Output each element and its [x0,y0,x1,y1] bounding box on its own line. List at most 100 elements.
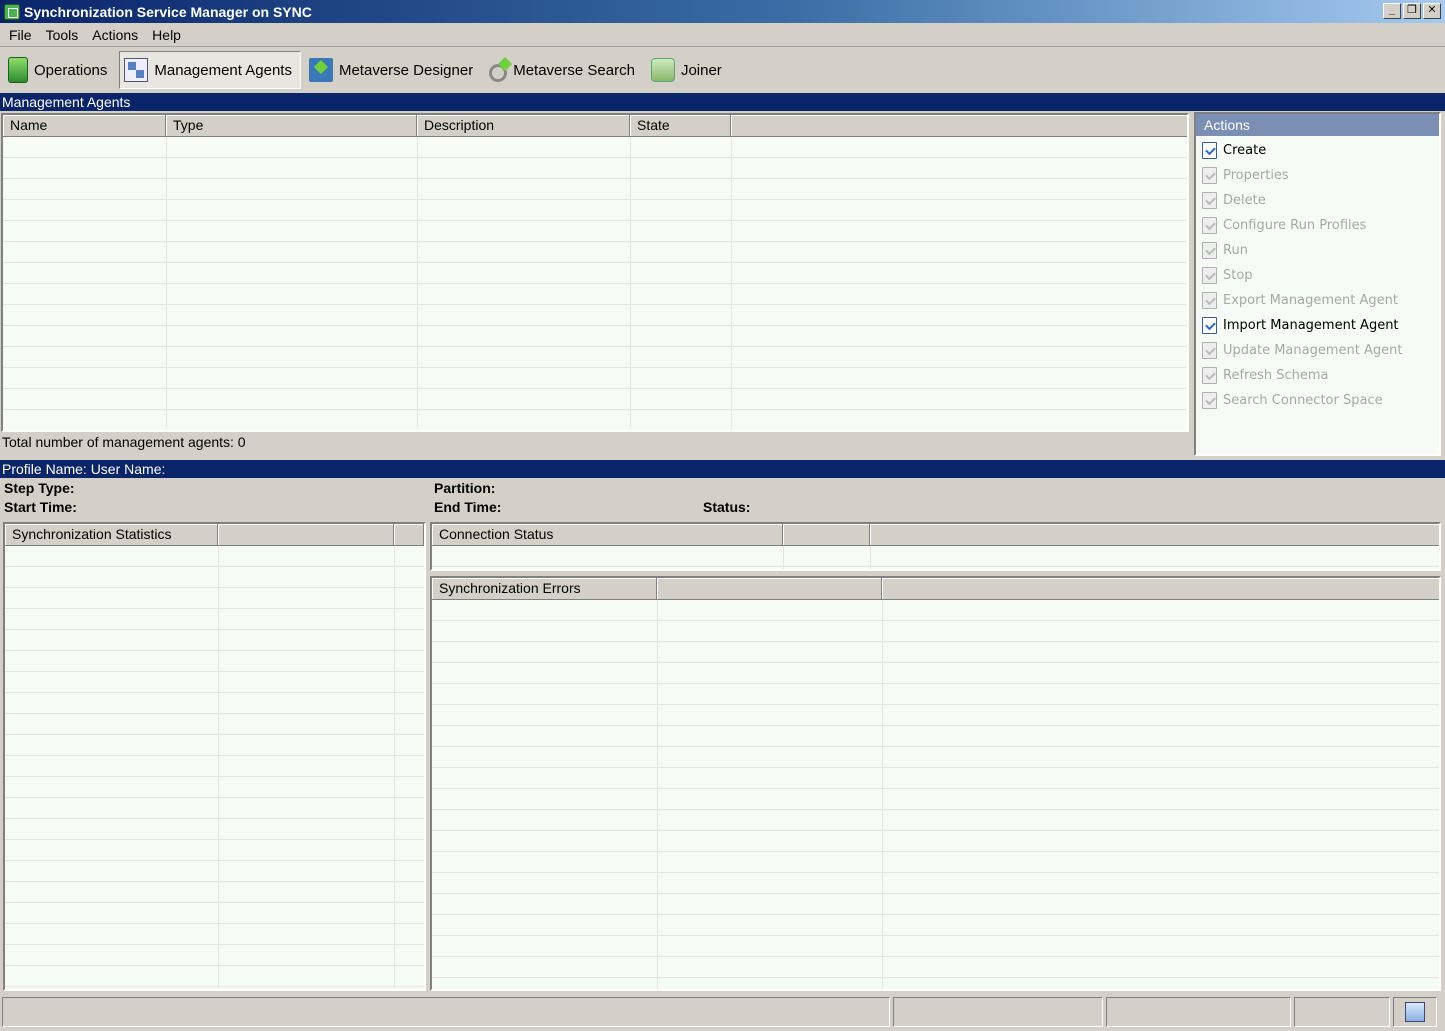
management-agents-header: Management Agents [0,93,1445,111]
action-properties: Properties [1196,163,1439,188]
column-header-blank[interactable] [783,524,870,546]
checklist-icon [1202,142,1217,159]
toolbar-operations-button[interactable]: Operations [4,51,115,89]
toolbar-metaverse-designer-button[interactable]: Metaverse Designer [305,51,481,89]
toolbar-label: Management Agents [154,61,292,79]
toolbar-joiner-button[interactable]: Joiner [647,51,730,89]
column-header-name[interactable]: Name [3,115,166,137]
toolbar-label: Metaverse Search [513,61,635,79]
action-stop: Stop [1196,263,1439,288]
total-agents-count: Total number of management agents: 0 [2,434,246,450]
checklist-icon [1202,342,1217,359]
joiner-icon [650,58,675,82]
action-label: Configure Run Profiles [1223,218,1367,233]
menu-bar: File Tools Actions Help [0,23,1445,47]
column-header-blank [870,524,1439,546]
toolbar: Operations Management Agents Metaverse D… [0,48,1445,92]
action-label: Create [1223,143,1267,158]
start-time-label: Start Time: [4,499,77,515]
actions-panel: Actions Create Properties Delete Configu… [1194,112,1441,456]
column-header-blank[interactable] [218,524,394,546]
list-header: Synchronization Statistics [5,524,424,546]
list-body[interactable] [5,546,424,989]
toolbar-label: Metaverse Designer [338,61,474,79]
column-header-connection-status[interactable]: Connection Status [432,524,783,546]
list-body[interactable] [432,600,1439,989]
action-label: Export Management Agent [1223,293,1398,308]
list-header: Synchronization Errors [432,578,1439,600]
action-label: Refresh Schema [1223,368,1329,383]
checklist-icon [1202,267,1217,284]
action-search-connector-space: Search Connector Space [1196,388,1439,413]
partition-label: Partition: [434,480,496,496]
operations-icon [8,57,28,83]
action-refresh-schema: Refresh Schema [1196,363,1439,388]
menu-file[interactable]: File [2,27,39,43]
status-pane [1294,997,1390,1027]
sync-statistics-list[interactable]: Synchronization Statistics [3,522,426,991]
connection-status-list[interactable]: Connection Status [430,522,1441,571]
menu-help[interactable]: Help [145,27,188,43]
checklist-icon [1202,217,1217,234]
minimize-button[interactable]: _ [1383,3,1401,19]
column-header-sync-errors[interactable]: Synchronization Errors [432,578,657,600]
action-export-management-agent: Export Management Agent [1196,288,1439,313]
list-body[interactable] [432,546,1439,569]
status-bar [0,995,1445,1031]
action-create[interactable]: Create [1196,138,1439,163]
status-pane [1393,997,1437,1027]
checklist-icon [1202,367,1217,384]
toolbar-metaverse-search-button[interactable]: Metaverse Search [485,51,643,89]
status-pane [893,997,1103,1027]
action-label: Import Management Agent [1223,318,1399,333]
toolbar-label: Operations [34,61,108,79]
checklist-icon [1202,317,1217,334]
status-pane [2,997,890,1027]
refresh-icon[interactable] [1405,1002,1425,1022]
column-header-blank [882,578,1439,600]
close-button[interactable]: ✕ [1423,3,1441,19]
action-label: Delete [1223,193,1266,208]
column-header-state[interactable]: State [630,115,731,137]
checklist-icon [1202,292,1217,309]
window-controls: _ ❐ ✕ [1383,3,1441,19]
toolbar-label: Joiner [680,61,722,79]
list-body[interactable] [3,137,1187,430]
window-title: Synchronization Service Manager on SYNC [24,3,312,20]
action-label: Update Management Agent [1223,343,1403,358]
action-import-management-agent[interactable]: Import Management Agent [1196,313,1439,338]
restore-button[interactable]: ❐ [1403,3,1421,19]
action-label: Search Connector Space [1223,393,1383,408]
column-header-blank[interactable] [657,578,882,600]
app-icon [4,3,20,20]
management-agents-icon [124,58,149,82]
step-type-label: Step Type: [4,480,75,496]
column-header-sync-statistics[interactable]: Synchronization Statistics [5,524,218,546]
actions-title: Actions [1196,114,1439,136]
action-label: Stop [1223,268,1253,283]
column-header-blank[interactable] [394,524,424,546]
metaverse-designer-icon [308,58,333,82]
toolbar-management-agents-button[interactable]: Management Agents [119,51,301,89]
checklist-icon [1202,392,1217,409]
action-label: Properties [1223,168,1289,183]
title-bar: Synchronization Service Manager on SYNC … [0,0,1445,23]
action-run: Run [1196,238,1439,263]
list-header: Name Type Description State [3,115,1187,137]
management-agents-list[interactable]: Name Type Description State [1,113,1189,432]
checklist-icon [1202,192,1217,209]
column-header-type[interactable]: Type [166,115,417,137]
menu-tools[interactable]: Tools [39,27,86,43]
list-header: Connection Status [432,524,1439,546]
action-configure-run-profiles: Configure Run Profiles [1196,213,1439,238]
status-label: Status: [703,499,751,515]
sync-errors-list[interactable]: Synchronization Errors [430,576,1441,991]
end-time-label: End Time: [434,499,502,515]
checklist-icon [1202,242,1217,259]
menu-actions[interactable]: Actions [85,27,145,43]
action-delete: Delete [1196,188,1439,213]
metaverse-search-icon [489,64,508,82]
column-header-description[interactable]: Description [417,115,630,137]
column-header-filler [731,115,1187,137]
action-label: Run [1223,243,1248,258]
